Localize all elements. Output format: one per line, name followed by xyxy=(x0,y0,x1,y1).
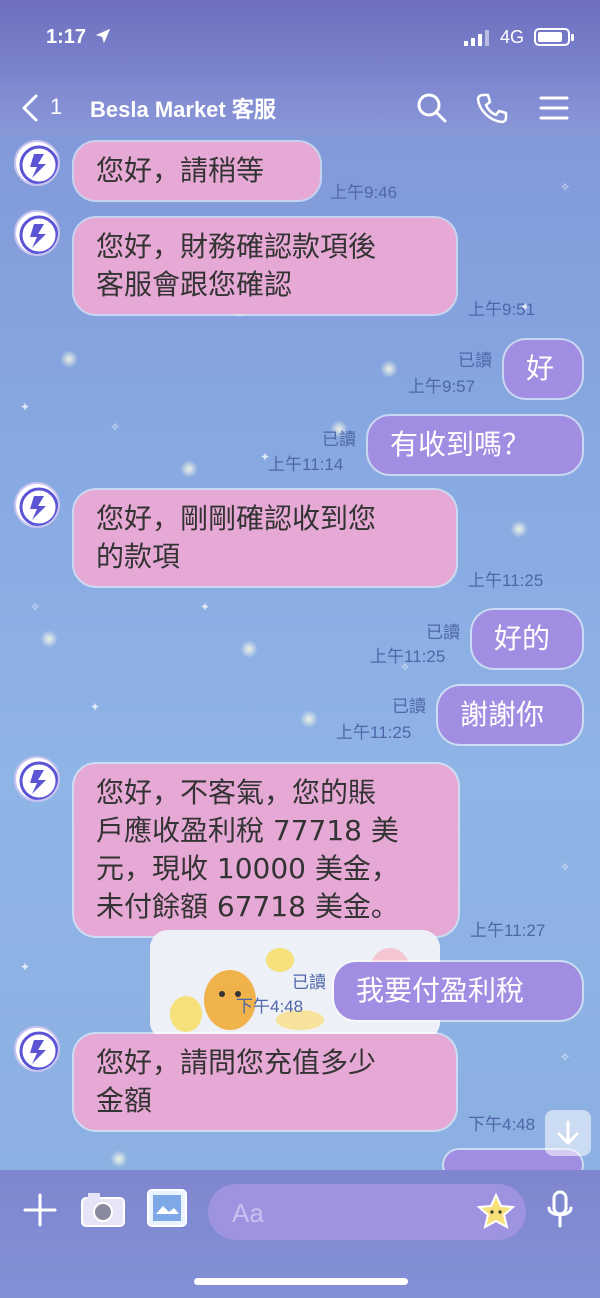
status-bar: 1:17 4G xyxy=(0,0,600,80)
message-text: 好 xyxy=(526,352,555,385)
avatar[interactable] xyxy=(14,140,60,186)
read-receipt: 已讀 xyxy=(392,697,426,717)
avatar[interactable] xyxy=(14,210,60,256)
signal-icon xyxy=(464,30,489,46)
plus-icon[interactable] xyxy=(22,1192,58,1228)
microphone-icon[interactable] xyxy=(546,1190,574,1230)
message-time: 下午4:48 xyxy=(468,1115,536,1134)
message-bubble[interactable]: 您好，請稍等 xyxy=(74,142,320,200)
scroll-down-icon xyxy=(557,1120,579,1145)
message-time: 上午9:51 xyxy=(468,300,536,319)
message-input-placeholder: Aa xyxy=(232,1198,264,1228)
message-text: 戶應收盈利稅 77718 美 xyxy=(96,814,399,847)
avatar[interactable] xyxy=(14,482,60,528)
message-text: 您好，請問您充值多少 xyxy=(96,1046,377,1079)
message-time: 上午11:27 xyxy=(470,921,546,940)
message-bubble[interactable]: 您好，不客氣，您的賬 戶應收盈利稅 77718 美 元，現收 10000 美金，… xyxy=(74,764,458,936)
read-receipt: 已讀 xyxy=(292,973,326,993)
status-time: 1:17 xyxy=(46,26,87,48)
message-text: 我要付盈利稅 xyxy=(356,974,525,1007)
avatar[interactable] xyxy=(14,1026,60,1072)
message-text: 您好，財務確認款項後 xyxy=(96,230,377,263)
battery-icon xyxy=(534,28,574,46)
message-text: 您好，剛剛確認收到您 xyxy=(96,502,377,535)
composer-bar: Aa xyxy=(0,1170,600,1298)
message-time: 上午11:25 xyxy=(336,723,412,742)
message-bubble[interactable]: 您好，財務確認款項後 客服會跟您確認 xyxy=(74,218,456,314)
message-bubble[interactable]: 我要付盈利稅 xyxy=(334,962,582,1020)
message-text: 元，現收 10000 美金， xyxy=(96,852,399,885)
message-bubble[interactable]: 謝謝你 xyxy=(438,686,582,744)
message-text: 未付餘額 67718 美金。 xyxy=(96,890,399,923)
back-button[interactable]: 1 xyxy=(20,90,70,126)
message-text: 謝謝你 xyxy=(460,698,545,731)
message-bubble[interactable]: 您好，剛剛確認收到您 的款項 xyxy=(74,490,456,586)
chat-header: 1 Besla Market 客服 xyxy=(0,80,600,136)
message-bubble[interactable]: 好的 xyxy=(472,610,582,668)
sticker-star-icon[interactable] xyxy=(476,1192,516,1232)
back-chevron-icon xyxy=(22,94,38,122)
message-text: 您好，不客氣，您的賬 xyxy=(96,776,377,809)
message-bubble[interactable]: 好 xyxy=(504,340,582,398)
message-time: 上午9:57 xyxy=(408,377,476,396)
search-icon[interactable] xyxy=(416,92,448,124)
message-time: 上午11:25 xyxy=(370,647,446,666)
message-text: 客服會跟您確認 xyxy=(96,268,293,301)
message-text: 金額 xyxy=(96,1084,153,1117)
message-bubble[interactable]: 有收到嗎？ xyxy=(368,416,582,474)
message-text: 有收到嗎？ xyxy=(390,428,531,461)
message-text: 好的 xyxy=(494,622,551,655)
message-time: 下午4:48 xyxy=(236,997,304,1016)
message-text: 您好，請稍等 xyxy=(96,154,265,187)
location-arrow-icon xyxy=(95,28,111,44)
message-time: 上午11:25 xyxy=(468,571,544,590)
camera-icon[interactable] xyxy=(80,1190,126,1230)
avatar[interactable] xyxy=(14,756,60,802)
phone-icon[interactable] xyxy=(476,92,508,124)
scroll-down-button[interactable] xyxy=(545,1110,591,1156)
network-type: 4G xyxy=(500,27,525,47)
message-bubble[interactable]: 您好，請問您充值多少 金額 xyxy=(74,1034,456,1130)
read-receipt: 已讀 xyxy=(458,351,492,371)
chat-title: Besla Market 客服 xyxy=(90,97,276,122)
message-time: 上午11:14 xyxy=(268,455,344,474)
menu-icon[interactable] xyxy=(538,92,570,124)
message-input[interactable]: Aa xyxy=(208,1184,526,1240)
message-text: 的款項 xyxy=(96,540,181,573)
home-indicator xyxy=(194,1278,408,1285)
read-receipt: 已讀 xyxy=(426,623,460,643)
read-receipt: 已讀 xyxy=(322,430,356,450)
message-time: 上午9:46 xyxy=(330,183,398,202)
unread-count: 1 xyxy=(50,94,63,119)
image-icon[interactable] xyxy=(146,1188,188,1228)
